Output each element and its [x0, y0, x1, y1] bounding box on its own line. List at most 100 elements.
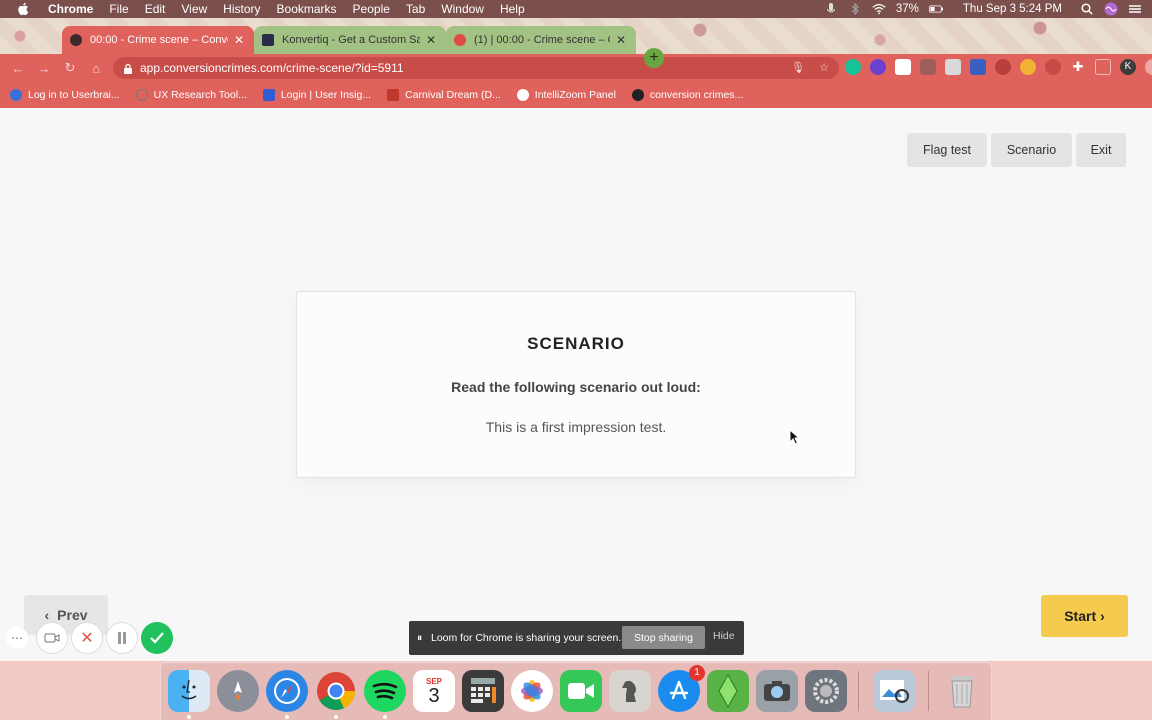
cast-icon[interactable] — [1095, 59, 1111, 75]
reload-icon[interactable]: ↻ — [62, 60, 78, 76]
stop-sharing-button[interactable]: Stop sharing — [622, 626, 705, 649]
bookmark-ux-research[interactable]: UX Research Tool... — [135, 89, 247, 101]
facetime-icon[interactable] — [560, 670, 602, 712]
flag-test-button[interactable]: Flag test — [907, 133, 987, 167]
url-text[interactable]: app.conversioncrimes.com/crime-scene/?id… — [140, 61, 404, 75]
chrome-icon[interactable] — [315, 670, 357, 712]
bookmark-label: Carnival Dream (D... — [405, 89, 501, 101]
exit-button[interactable]: Exit — [1076, 133, 1126, 167]
close-tab-icon[interactable]: ✕ — [614, 33, 628, 47]
checkbox-extension-icon[interactable] — [895, 59, 911, 75]
home-icon[interactable]: ⌂ — [88, 60, 104, 76]
bookmark-carnival-dream[interactable]: Carnival Dream (D... — [387, 89, 501, 101]
microphone-icon[interactable] — [824, 3, 838, 15]
screenshot-extension-icon[interactable] — [945, 59, 961, 75]
new-tab-button[interactable]: + — [644, 48, 664, 68]
photos-icon[interactable] — [511, 670, 553, 712]
konvertiq-favicon-icon — [262, 34, 274, 46]
trash-icon[interactable] — [941, 670, 983, 712]
bookmark-label: conversion crimes... — [649, 89, 744, 101]
menu-history[interactable]: History — [215, 2, 268, 16]
tab-crime-scene[interactable]: 00:00 - Crime scene – Conver ✕ — [62, 26, 254, 54]
microphone-icon[interactable]: 🎙 — [791, 60, 805, 74]
dock-separator — [858, 671, 859, 711]
scenario-text: This is a first impression test. — [485, 419, 667, 435]
address-bar[interactable]: app.conversioncrimes.com/crime-scene/?id… — [113, 57, 839, 79]
menu-help[interactable]: Help — [492, 2, 533, 16]
tab-strip: 00:00 - Crime scene – Conver ✕ Konvertiq… — [0, 18, 1152, 68]
preview-icon[interactable] — [873, 670, 915, 712]
loom-camera-icon[interactable] — [36, 622, 68, 654]
menu-view[interactable]: View — [173, 2, 215, 16]
close-tab-icon[interactable]: ✕ — [424, 33, 438, 47]
prev-label: Prev — [57, 607, 88, 623]
tab-konvertiq[interactable]: Konvertiq - Get a Custom Sale ✕ — [254, 26, 446, 54]
bookmark-label: Log in to Userbrai... — [28, 89, 120, 101]
menu-tab[interactable]: Tab — [398, 2, 433, 16]
system-preferences-icon[interactable] — [805, 670, 847, 712]
menu-bookmarks[interactable]: Bookmarks — [269, 2, 345, 16]
calendar-day: 3 — [428, 684, 440, 707]
extension-c-icon[interactable] — [870, 59, 886, 75]
hide-button[interactable]: Hide — [713, 630, 735, 642]
dock-separator — [928, 671, 929, 711]
menu-file[interactable]: File — [101, 2, 136, 16]
star-bookmark-icon[interactable]: ☆ — [817, 60, 831, 74]
bookmark-conversion-crimes[interactable]: conversion crimes... — [631, 89, 744, 101]
conversion-crimes-favicon-icon — [631, 89, 644, 101]
menu-clock[interactable]: Thu Sep 3 5:24 PM — [963, 3, 1062, 15]
update-icon[interactable]: ↑ — [1145, 59, 1152, 75]
close-tab-icon[interactable]: ✕ — [232, 33, 246, 47]
tab-title: Konvertiq - Get a Custom Sale — [282, 34, 420, 46]
macos-dock: SEP 3 1 — [160, 662, 992, 720]
apple-icon[interactable] — [16, 2, 30, 16]
bookmark-userbrain[interactable]: Log in to Userbrai... — [10, 89, 120, 101]
grid-extension-icon[interactable] — [920, 59, 936, 75]
back-arrow-icon[interactable]: ← — [10, 60, 26, 76]
calculator-icon[interactable] — [462, 670, 504, 712]
control-center-icon[interactable] — [1128, 3, 1142, 15]
loom-cancel-icon[interactable]: ✕ — [71, 622, 103, 654]
safari-icon[interactable] — [266, 670, 308, 712]
finder-icon[interactable] — [168, 670, 210, 712]
launchpad-icon[interactable] — [217, 670, 259, 712]
sims-icon[interactable] — [707, 670, 749, 712]
loom-extension-icon[interactable] — [1045, 59, 1061, 75]
chevron-left-icon: ‹ — [44, 607, 50, 623]
siri-icon[interactable] — [1104, 2, 1118, 16]
wifi-icon[interactable] — [872, 3, 886, 15]
calendar-icon[interactable]: SEP 3 — [413, 670, 455, 712]
app-store-icon[interactable]: 1 — [658, 665, 705, 712]
menu-people[interactable]: People — [345, 2, 398, 16]
menu-window[interactable]: Window — [433, 2, 492, 16]
intellizoom-favicon-icon — [516, 89, 529, 101]
menu-edit[interactable]: Edit — [137, 2, 174, 16]
start-button[interactable]: Start › — [1041, 595, 1128, 637]
tab-crime-scene-2[interactable]: (1) | 00:00 - Crime scene – Co ✕ — [446, 26, 636, 54]
screenshot-utility-icon[interactable] — [756, 670, 798, 712]
chess-icon[interactable] — [609, 670, 651, 712]
layers-extension-icon[interactable] — [970, 59, 986, 75]
scenario-button[interactable]: Scenario — [991, 133, 1072, 167]
loom-pause-icon[interactable] — [106, 622, 138, 654]
macos-menu-bar: Chrome File Edit View History Bookmarks … — [0, 0, 1152, 18]
spotify-icon[interactable] — [364, 670, 406, 712]
bulb-extension-icon[interactable] — [1020, 59, 1036, 75]
bluetooth-icon[interactable] — [848, 3, 862, 15]
safari-running-dot — [285, 715, 289, 719]
bookmark-intellizoom[interactable]: IntelliZoom Panel — [516, 89, 616, 101]
palette-extension-icon[interactable] — [995, 59, 1011, 75]
forward-arrow-icon[interactable]: → — [36, 60, 52, 76]
ux-research-favicon-icon — [135, 89, 148, 101]
spotlight-search-icon[interactable] — [1080, 3, 1094, 15]
grammarly-extension-icon[interactable] — [845, 59, 861, 75]
finder-running-dot — [187, 715, 191, 719]
profile-avatar[interactable]: K — [1120, 59, 1136, 75]
loom-more-icon[interactable]: ⋯ — [6, 627, 28, 649]
bookmark-user-insight[interactable]: Login | User Insig... — [262, 89, 371, 101]
battery-icon[interactable] — [928, 3, 943, 15]
loom-finish-check-icon[interactable] — [141, 622, 173, 654]
menu-app-name[interactable]: Chrome — [40, 2, 101, 16]
bookmark-label: IntelliZoom Panel — [534, 89, 616, 101]
puzzle-extensions-icon[interactable]: ✚ — [1070, 59, 1086, 75]
